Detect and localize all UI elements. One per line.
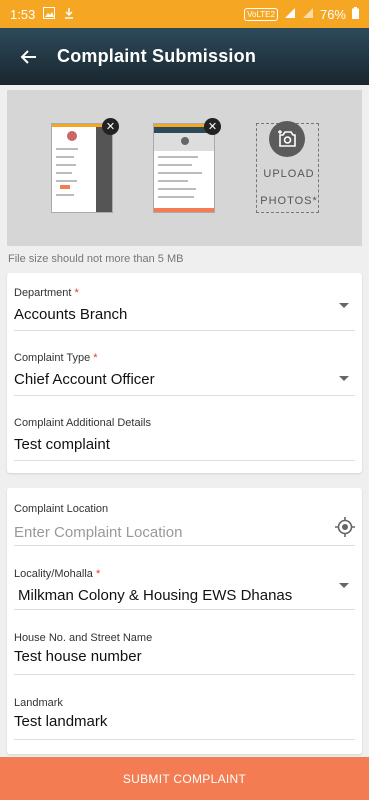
- landmark-field[interactable]: Landmark Test landmark: [14, 697, 355, 740]
- photo-thumbnail-1[interactable]: [51, 123, 113, 213]
- additional-details-field[interactable]: Complaint Additional Details Test compla…: [14, 417, 355, 461]
- chevron-down-icon: [339, 376, 349, 381]
- image-notification-icon: [43, 6, 56, 22]
- locality-label: Locality/Mohalla *: [14, 568, 101, 580]
- complaint-details-card: Department * Accounts Branch Complaint T…: [7, 273, 362, 473]
- gps-location-button[interactable]: [335, 517, 355, 542]
- upload-label-line1: UPLOAD: [263, 168, 315, 180]
- landmark-value: Test landmark: [14, 713, 108, 730]
- department-dropdown[interactable]: Department * Accounts Branch: [14, 287, 355, 331]
- department-label: Department *: [14, 287, 79, 299]
- additional-details-label: Complaint Additional Details: [14, 417, 151, 429]
- chevron-down-icon: [339, 583, 349, 588]
- status-time: 1:53: [10, 6, 36, 22]
- landmark-label: Landmark: [14, 697, 63, 709]
- submit-complaint-button[interactable]: SUBMIT COMPLAINT: [0, 757, 369, 800]
- signal-icon: [284, 7, 296, 22]
- complaint-type-label: Complaint Type *: [14, 352, 98, 364]
- complaint-location-label: Complaint Location: [14, 503, 109, 515]
- location-card: Complaint Location Enter Complaint Locat…: [7, 488, 362, 754]
- required-mark: *: [93, 352, 98, 364]
- complaint-type-value: Chief Account Officer: [14, 371, 155, 388]
- gps-fixed-icon: [335, 517, 355, 537]
- additional-details-value: Test complaint: [14, 436, 110, 453]
- battery-icon: [352, 6, 359, 22]
- upload-label-line2: PHOTOS*: [260, 195, 318, 207]
- photo-area: ✕ ✕ UPLOAD PHOTOS*: [7, 90, 362, 246]
- department-value: Accounts Branch: [14, 306, 128, 323]
- arrow-left-icon: [20, 49, 36, 64]
- complaint-location-field[interactable]: Complaint Location Enter Complaint Locat…: [14, 503, 355, 546]
- remove-photo-2-button[interactable]: ✕: [204, 118, 221, 135]
- back-button[interactable]: [0, 28, 57, 85]
- file-size-note: File size should not more than 5 MB: [8, 253, 184, 265]
- app-bar: Complaint Submission: [0, 28, 369, 85]
- submit-label: SUBMIT COMPLAINT: [122, 771, 247, 786]
- complaint-location-placeholder: Enter Complaint Location: [14, 524, 183, 541]
- close-icon: ✕: [207, 121, 218, 133]
- house-street-field[interactable]: House No. and Street Name Test house num…: [14, 632, 355, 675]
- close-icon: ✕: [105, 121, 116, 133]
- status-bar: 1:53 VoLTE2 76%: [0, 0, 369, 28]
- signal-2-icon: [302, 7, 314, 22]
- battery-level: 76%: [319, 6, 346, 22]
- house-street-label: House No. and Street Name: [14, 632, 153, 644]
- add-photo-icon: [269, 121, 305, 157]
- locality-dropdown[interactable]: Locality/Mohalla * Milkman Colony & Hous…: [14, 568, 355, 610]
- volte-indicator: VoLTE2: [244, 7, 278, 21]
- required-mark: *: [74, 287, 79, 299]
- chevron-down-icon: [339, 303, 349, 308]
- photo-thumbnail-2[interactable]: [153, 123, 215, 213]
- download-notification-icon: [63, 7, 75, 22]
- locality-value: Milkman Colony & Housing EWS Dhanas: [18, 587, 293, 604]
- required-mark: *: [95, 568, 101, 580]
- complaint-type-dropdown[interactable]: Complaint Type * Chief Account Officer: [14, 352, 355, 396]
- page-title: Complaint Submission: [57, 46, 257, 66]
- house-street-value: Test house number: [14, 648, 142, 665]
- remove-photo-1-button[interactable]: ✕: [102, 118, 119, 135]
